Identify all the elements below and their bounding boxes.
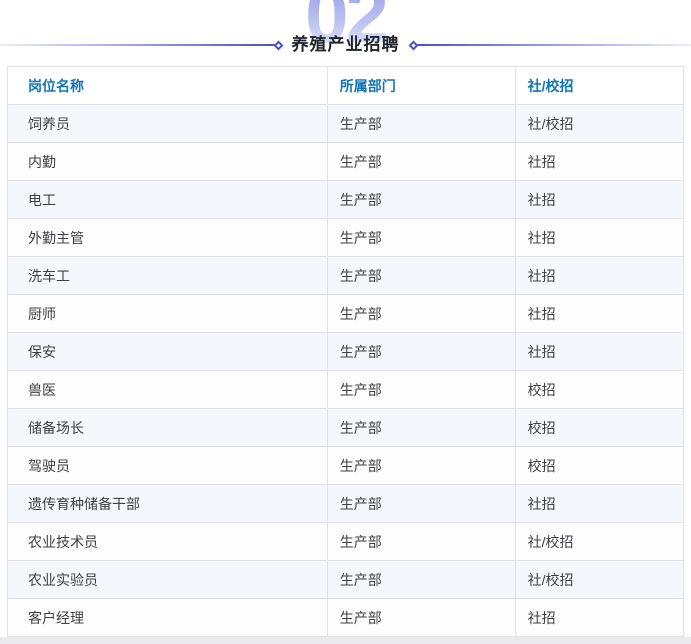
cell-position: 遗传育种储备干部 <box>8 485 328 523</box>
title-line-left <box>0 44 275 46</box>
cell-position: 洗车工 <box>8 257 328 295</box>
cell-recruit-type: 社招 <box>515 295 683 333</box>
cell-recruit-type: 社招 <box>515 181 683 219</box>
cell-recruit-type: 校招 <box>515 371 683 409</box>
cell-department: 生产部 <box>327 105 515 143</box>
recruitment-table: 岗位名称 所属部门 社/校招 饲养员生产部社/校招内勤生产部社招电工生产部社招外… <box>7 66 684 637</box>
cell-recruit-type: 社招 <box>515 143 683 181</box>
table-row: 客户经理生产部社招 <box>8 599 684 637</box>
table-header: 岗位名称 所属部门 社/校招 <box>8 67 684 105</box>
table-row: 农业技术员生产部社/校招 <box>8 523 684 561</box>
cell-position: 农业技术员 <box>8 523 328 561</box>
table-row: 厨师生产部社招 <box>8 295 684 333</box>
cell-recruit-type: 社招 <box>515 599 683 637</box>
table-row: 饲养员生产部社/校招 <box>8 105 684 143</box>
column-header-position: 岗位名称 <box>8 67 328 105</box>
page-content: 02 养殖产业招聘 岗位名称 所属部门 社/校招 饲养员生产部社/校招内勤生产部… <box>0 0 691 637</box>
cell-position: 外勤主管 <box>8 219 328 257</box>
cell-position: 内勤 <box>8 143 328 181</box>
cell-department: 生产部 <box>327 371 515 409</box>
cell-department: 生产部 <box>327 295 515 333</box>
table-row: 内勤生产部社招 <box>8 143 684 181</box>
cell-department: 生产部 <box>327 143 515 181</box>
header-row: 岗位名称 所属部门 社/校招 <box>8 67 684 105</box>
cell-position: 驾驶员 <box>8 447 328 485</box>
table-row: 外勤主管生产部社招 <box>8 219 684 257</box>
cell-recruit-type: 社招 <box>515 257 683 295</box>
cell-department: 生产部 <box>327 181 515 219</box>
cell-department: 生产部 <box>327 599 515 637</box>
cell-position: 保安 <box>8 333 328 371</box>
column-header-department: 所属部门 <box>327 67 515 105</box>
cell-recruit-type: 社/校招 <box>515 523 683 561</box>
cell-department: 生产部 <box>327 523 515 561</box>
table-row: 农业实验员生产部社/校招 <box>8 561 684 599</box>
table-row: 遗传育种储备干部生产部社招 <box>8 485 684 523</box>
diamond-icon <box>273 40 283 50</box>
table-row: 驾驶员生产部校招 <box>8 447 684 485</box>
cell-recruit-type: 校招 <box>515 447 683 485</box>
cell-department: 生产部 <box>327 447 515 485</box>
cell-department: 生产部 <box>327 333 515 371</box>
cell-recruit-type: 社招 <box>515 485 683 523</box>
cell-department: 生产部 <box>327 561 515 599</box>
table-row: 储备场长生产部校招 <box>8 409 684 447</box>
diamond-icon <box>408 40 418 50</box>
cell-position: 电工 <box>8 181 328 219</box>
cell-department: 生产部 <box>327 485 515 523</box>
table-row: 洗车工生产部社招 <box>8 257 684 295</box>
cell-recruit-type: 社/校招 <box>515 561 683 599</box>
cell-recruit-type: 社招 <box>515 333 683 371</box>
section-header: 02 养殖产业招聘 <box>0 0 691 66</box>
section-title: 养殖产业招聘 <box>292 34 400 56</box>
section-title-row: 养殖产业招聘 <box>0 34 691 56</box>
cell-position: 兽医 <box>8 371 328 409</box>
table-body: 饲养员生产部社/校招内勤生产部社招电工生产部社招外勤主管生产部社招洗车工生产部社… <box>8 105 684 637</box>
cell-department: 生产部 <box>327 219 515 257</box>
cell-recruit-type: 社/校招 <box>515 105 683 143</box>
table-row: 电工生产部社招 <box>8 181 684 219</box>
title-line-right <box>417 44 691 46</box>
cell-recruit-type: 校招 <box>515 409 683 447</box>
cell-position: 储备场长 <box>8 409 328 447</box>
cell-position: 客户经理 <box>8 599 328 637</box>
cell-recruit-type: 社招 <box>515 219 683 257</box>
table-row: 兽医生产部校招 <box>8 371 684 409</box>
column-header-recruit-type: 社/校招 <box>515 67 683 105</box>
table-row: 保安生产部社招 <box>8 333 684 371</box>
cell-position: 厨师 <box>8 295 328 333</box>
cell-position: 饲养员 <box>8 105 328 143</box>
cell-position: 农业实验员 <box>8 561 328 599</box>
cell-department: 生产部 <box>327 257 515 295</box>
cell-department: 生产部 <box>327 409 515 447</box>
